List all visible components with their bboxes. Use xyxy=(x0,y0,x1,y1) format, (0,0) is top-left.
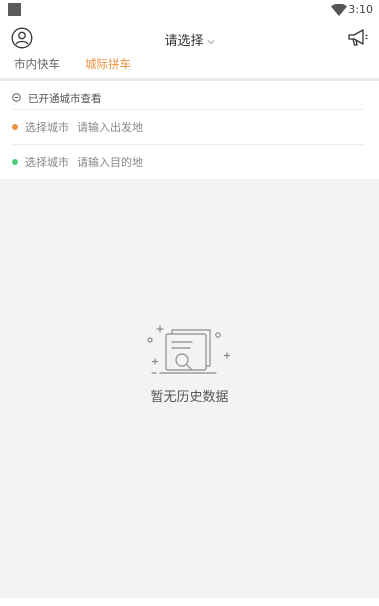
destination-dot-icon xyxy=(12,159,18,165)
status-bar: 3:10 xyxy=(0,0,379,20)
notification-square-icon xyxy=(8,3,21,16)
origin-input[interactable]: 请输入出发地 xyxy=(77,119,337,135)
bottom-strip xyxy=(0,598,379,606)
tab-intercity-carpool[interactable]: 城际拼车 xyxy=(85,56,131,72)
route-card: 已开通城市查看 选择城市 请输入出发地 选择城市 请输入目的地 xyxy=(0,81,379,179)
no-history-icon xyxy=(147,325,231,374)
wifi-icon xyxy=(331,4,347,16)
status-time: 3:10 xyxy=(348,3,373,16)
app-header: 请选择 市内快车 城际拼车 xyxy=(0,20,379,78)
megaphone-icon[interactable] xyxy=(347,28,369,48)
origin-city-select[interactable]: 选择城市 xyxy=(25,119,69,135)
divider xyxy=(12,109,364,110)
divider xyxy=(12,144,364,145)
tab-city-express[interactable]: 市内快车 xyxy=(14,56,60,72)
origin-dot-icon xyxy=(12,124,18,130)
info-circle-icon xyxy=(12,93,21,102)
page-title: 请选择 xyxy=(164,34,204,49)
chevron-down-icon xyxy=(207,39,214,44)
destination-input[interactable]: 请输入目的地 xyxy=(77,154,337,170)
city-selector[interactable]: 请选择 xyxy=(0,30,379,49)
open-cities-text: 已开通城市查看 xyxy=(28,93,102,105)
destination-city-select[interactable]: 选择城市 xyxy=(25,154,69,170)
empty-state-text: 暂无历史数据 xyxy=(150,390,229,405)
